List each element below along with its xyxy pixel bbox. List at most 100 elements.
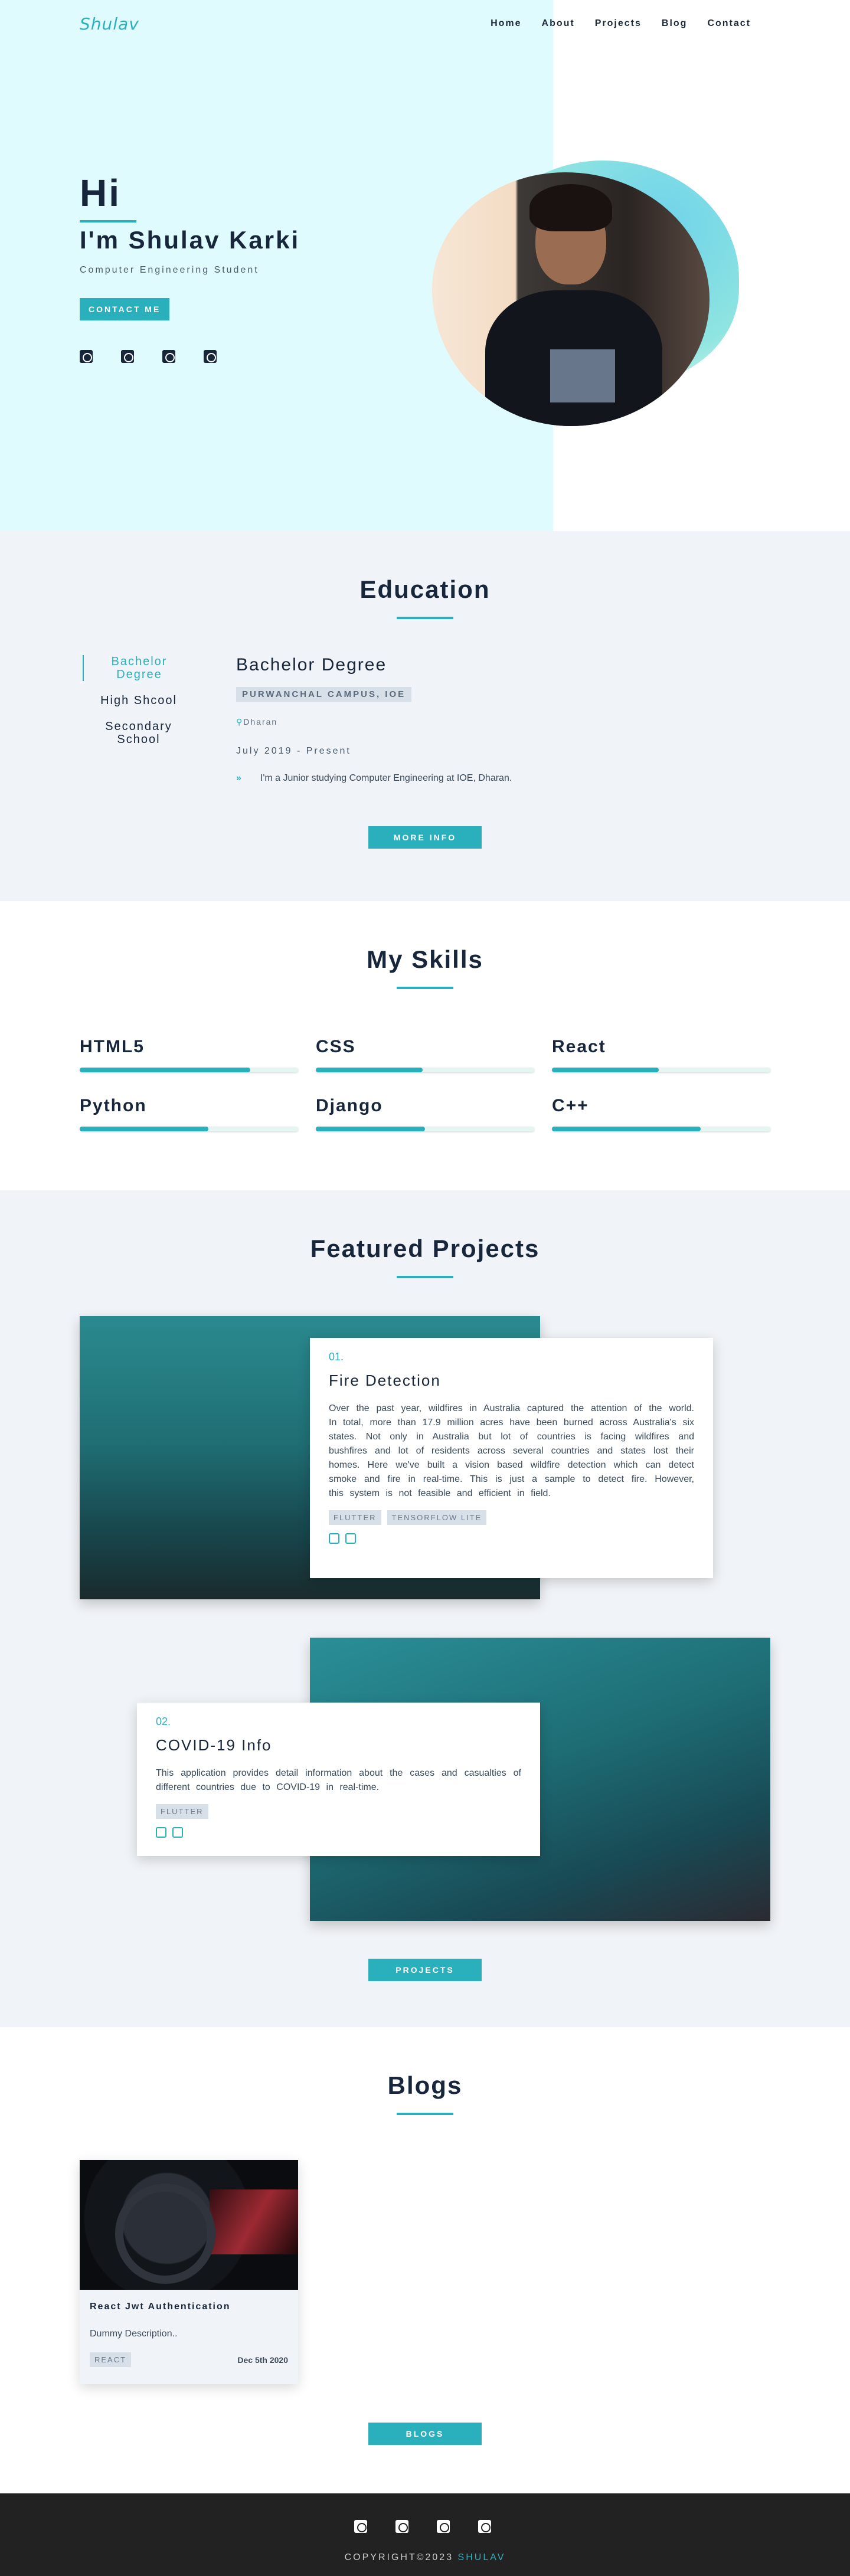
project-number: 02. bbox=[156, 1716, 171, 1727]
project-links bbox=[156, 1827, 521, 1838]
skills-title: My Skills bbox=[367, 945, 483, 973]
blogs-button[interactable]: BLOGS bbox=[368, 2423, 482, 2445]
twitter-icon[interactable] bbox=[354, 2520, 367, 2533]
copyright-text: COPYRIGHT©2023 bbox=[344, 2552, 454, 2562]
reddit-icon[interactable] bbox=[162, 350, 175, 363]
blog-card[interactable]: React Jwt Authentication Dummy Descripti… bbox=[80, 2160, 298, 2384]
education-location: ⚲Dharan bbox=[236, 717, 649, 727]
external-link-icon[interactable] bbox=[172, 1827, 183, 1838]
education-degree: Bachelor Degree bbox=[236, 655, 387, 675]
twitter-icon[interactable] bbox=[80, 350, 93, 363]
tab-secondary-school[interactable]: Secondary School bbox=[83, 720, 195, 746]
nav-link-home[interactable]: Home bbox=[491, 18, 521, 29]
skill-bar bbox=[316, 1068, 534, 1072]
education-description: » I'm a Junior studying Computer Enginee… bbox=[236, 773, 649, 784]
skills-title-underline bbox=[397, 987, 453, 989]
chevron-right-icon: » bbox=[236, 773, 241, 783]
github-icon[interactable] bbox=[156, 1827, 166, 1838]
nav-link-contact[interactable]: Contact bbox=[707, 18, 751, 29]
project-title[interactable]: COVID-19 Info bbox=[156, 1736, 521, 1755]
projects-title-underline bbox=[397, 1276, 453, 1278]
project-card-fire-detection: 01. Fire Detection Over the past year, w… bbox=[310, 1338, 713, 1578]
skills-section: My Skills HTML5 CSS React Python Django … bbox=[0, 901, 850, 1190]
external-link-icon[interactable] bbox=[345, 1533, 356, 1544]
tag: FLUTTER bbox=[329, 1510, 381, 1525]
location-pin-icon: ⚲ bbox=[236, 717, 244, 726]
skill-name: Django bbox=[316, 1096, 383, 1115]
education-section: Education Bachelor Degree High Shcool Se… bbox=[0, 531, 850, 901]
skill-css: CSS bbox=[316, 1037, 534, 1072]
skill-bar bbox=[80, 1127, 298, 1131]
project-number: 01. bbox=[329, 1351, 344, 1363]
github-icon[interactable] bbox=[395, 2520, 408, 2533]
top-nav: Shulav Home About Projects Blog Contact bbox=[0, 0, 850, 47]
project-description: This application provides detail informa… bbox=[156, 1768, 521, 1792]
skill-name: CSS bbox=[316, 1037, 356, 1056]
portrait-photo bbox=[432, 172, 710, 426]
blogs-title: Blogs bbox=[387, 2071, 463, 2099]
tab-bachelor-degree[interactable]: Bachelor Degree bbox=[83, 655, 195, 681]
nav-link-projects[interactable]: Projects bbox=[595, 18, 642, 29]
footer-brand[interactable]: SHULAV bbox=[458, 2552, 506, 2562]
blog-tag: REACT bbox=[90, 2352, 132, 2367]
hero-section: Shulav Home About Projects Blog Contact … bbox=[0, 0, 850, 531]
footer-socials bbox=[354, 2520, 491, 2533]
skill-bar-fill bbox=[316, 1127, 425, 1131]
more-info-button[interactable]: MORE INFO bbox=[368, 826, 482, 849]
blog-date: Dec 5th 2020 bbox=[237, 2355, 288, 2365]
github-icon[interactable] bbox=[329, 1533, 339, 1544]
skill-bar-fill bbox=[80, 1068, 250, 1072]
education-tabs: Bachelor Degree High Shcool Secondary Sc… bbox=[83, 655, 195, 759]
skill-bar bbox=[80, 1068, 298, 1072]
blog-meta: REACT Dec 5th 2020 bbox=[90, 2352, 288, 2367]
hero-portrait bbox=[432, 161, 745, 432]
project-tags: FLUTTER TENSORFLOW LITE bbox=[329, 1510, 694, 1525]
skill-bar bbox=[316, 1127, 534, 1131]
skill-cpp: C++ bbox=[552, 1096, 770, 1131]
hero-socials bbox=[80, 350, 300, 363]
skill-bar bbox=[552, 1068, 770, 1072]
skill-bar-fill bbox=[316, 1068, 423, 1072]
nav-links: Home About Projects Blog Contact bbox=[491, 18, 751, 29]
nav-link-blog[interactable]: Blog bbox=[662, 18, 688, 29]
education-details: Bachelor Degree PURWANCHAL CAMPUS, IOE ⚲… bbox=[236, 655, 649, 784]
skill-html5: HTML5 bbox=[80, 1037, 298, 1072]
project-tags: FLUTTER bbox=[156, 1804, 521, 1819]
blogs-section: Blogs React Jwt Authentication Dummy Des… bbox=[0, 2027, 850, 2493]
hero-content: Hi I'm Shulav Karki Computer Engineering… bbox=[80, 174, 300, 363]
reddit-icon[interactable] bbox=[437, 2520, 450, 2533]
instagram-icon[interactable] bbox=[478, 2520, 491, 2533]
projects-title: Featured Projects bbox=[310, 1235, 540, 1262]
education-campus-badge: PURWANCHAL CAMPUS, IOE bbox=[236, 687, 412, 702]
skill-bar-fill bbox=[552, 1127, 701, 1131]
tab-high-school[interactable]: High Shcool bbox=[83, 694, 195, 707]
education-title-underline bbox=[397, 617, 453, 619]
blog-title[interactable]: React Jwt Authentication bbox=[90, 2302, 288, 2312]
project-description: Over the past year, wildfires in Austral… bbox=[329, 1403, 694, 1498]
instagram-icon[interactable] bbox=[204, 350, 217, 363]
blog-image bbox=[80, 2160, 298, 2290]
skill-name: HTML5 bbox=[80, 1037, 145, 1056]
hero-greeting: Hi bbox=[80, 172, 121, 214]
education-date: July 2019 - Present bbox=[236, 746, 351, 756]
education-location-text: Dharan bbox=[243, 717, 278, 726]
projects-button[interactable]: PROJECTS bbox=[368, 1959, 482, 1981]
footer-copyright: COPYRIGHT©2023 SHULAV bbox=[0, 2552, 850, 2563]
skill-bar-fill bbox=[80, 1127, 209, 1131]
contact-me-button[interactable]: CONTACT ME bbox=[80, 298, 170, 320]
github-icon[interactable] bbox=[121, 350, 134, 363]
footer: COPYRIGHT©2023 SHULAV bbox=[0, 2493, 850, 2576]
education-description-text: I'm a Junior studying Computer Engineeri… bbox=[260, 773, 512, 783]
blog-description: Dummy Description.. bbox=[90, 2329, 178, 2339]
tag: TENSORFLOW LITE bbox=[387, 1510, 487, 1525]
blogs-title-underline bbox=[397, 2113, 453, 2115]
nav-link-about[interactable]: About bbox=[542, 18, 575, 29]
hero-name: I'm Shulav Karki bbox=[80, 226, 300, 254]
project-title[interactable]: Fire Detection bbox=[329, 1372, 694, 1390]
projects-section: Featured Projects 01. Fire Detection Ove… bbox=[0, 1190, 850, 2027]
tag: FLUTTER bbox=[156, 1804, 208, 1819]
skill-react: React bbox=[552, 1037, 770, 1072]
site-logo[interactable]: Shulav bbox=[80, 14, 139, 34]
skill-name: Python bbox=[80, 1096, 147, 1115]
skill-name: React bbox=[552, 1037, 606, 1056]
